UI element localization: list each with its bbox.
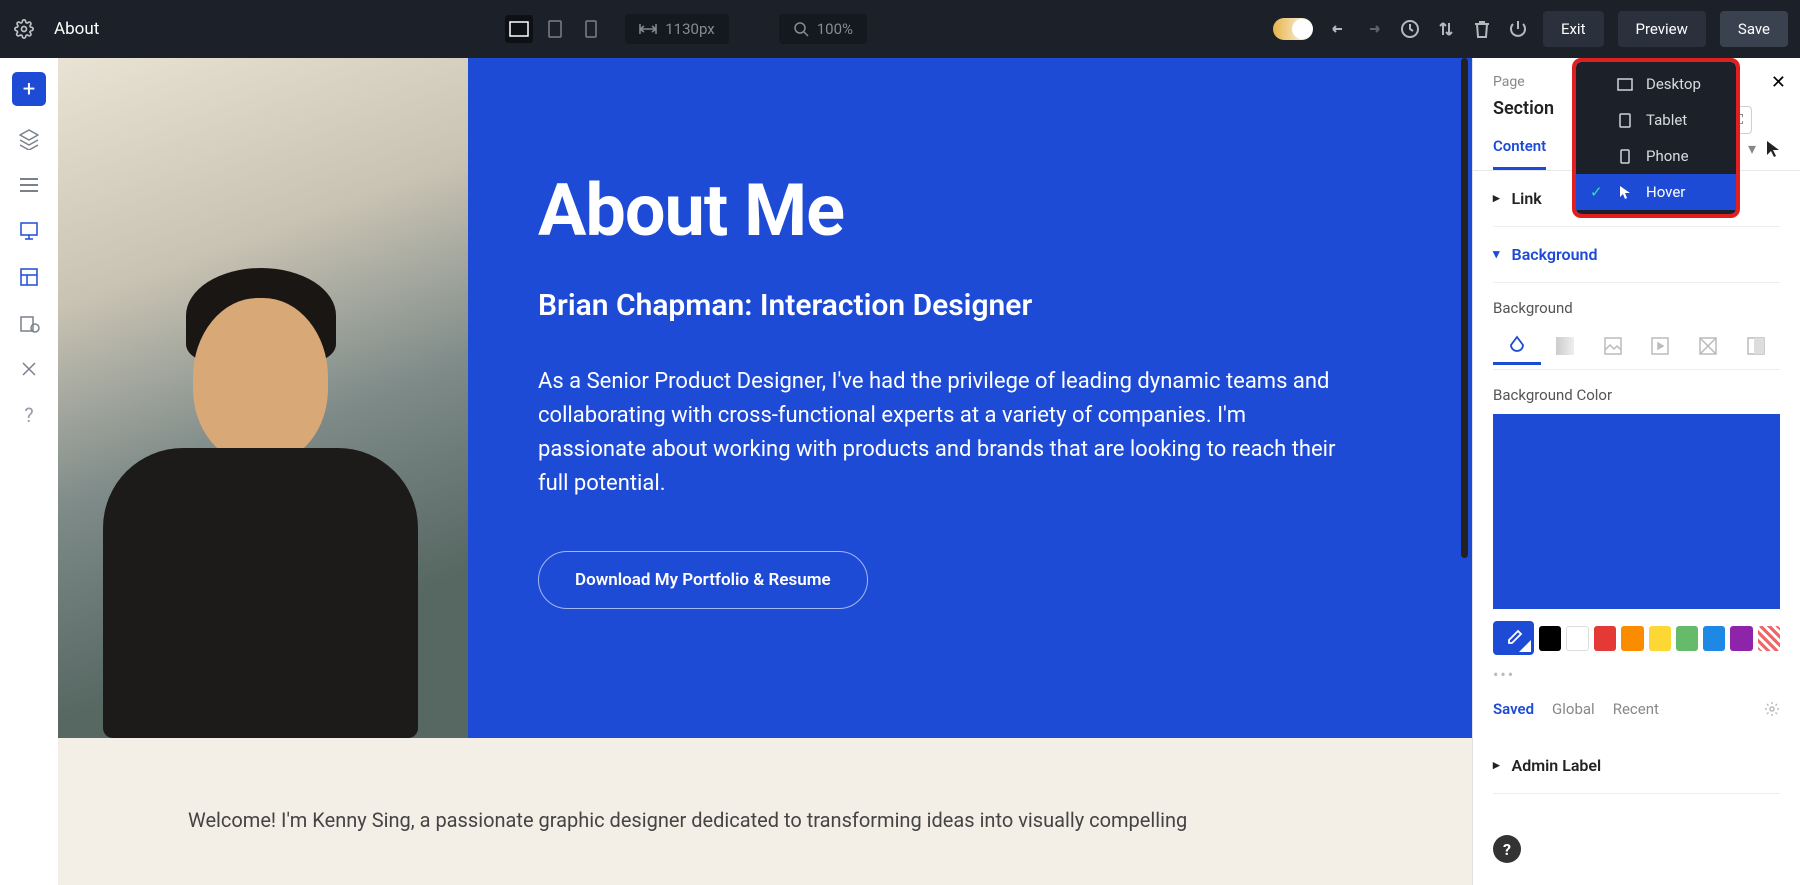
background-type-tabs [1493, 327, 1780, 370]
color-preview[interactable] [1493, 414, 1780, 609]
swatch-tab-saved[interactable]: Saved [1493, 700, 1534, 718]
history-icon[interactable] [1399, 18, 1421, 40]
settings-gear-icon[interactable] [12, 17, 36, 41]
swatch-tab-global[interactable]: Global [1552, 700, 1595, 718]
swatch-tab-recent[interactable]: Recent [1613, 700, 1659, 718]
tablet-icon [1616, 113, 1634, 128]
bg-type-video-icon[interactable] [1636, 327, 1684, 365]
add-button[interactable]: + [12, 72, 46, 106]
swatch-settings-icon[interactable] [1764, 701, 1780, 717]
swatch-source-tabs: Saved Global Recent [1493, 700, 1780, 718]
undo-icon[interactable] [1327, 18, 1349, 40]
chevron-down-icon[interactable]: ▾ [1748, 139, 1756, 158]
bg-type-image-icon[interactable] [1589, 327, 1637, 365]
power-icon[interactable] [1507, 18, 1529, 40]
admin-label-section[interactable]: Admin Label [1493, 738, 1780, 794]
left-rail: + ? [0, 58, 58, 885]
ai-layout-icon[interactable] [16, 264, 42, 290]
menu-item-label: Hover [1646, 183, 1685, 201]
hero-content: About Me Brian Chapman: Interaction Desi… [468, 58, 1472, 738]
intro-text[interactable]: Welcome! I'm Kenny Sing, a passionate gr… [58, 738, 1472, 832]
download-button[interactable]: Download My Portfolio & Resume [538, 551, 868, 609]
hero-section[interactable]: About Me Brian Chapman: Interaction Desi… [58, 58, 1472, 738]
menu-item-tablet[interactable]: Tablet [1576, 102, 1736, 138]
color-picker-button[interactable] [1493, 621, 1534, 655]
tools-icon[interactable] [16, 356, 42, 382]
save-button[interactable]: Save [1720, 11, 1788, 47]
canvas: About Me Brian Chapman: Interaction Desi… [58, 58, 1472, 885]
hero-body[interactable]: As a Senior Product Designer, I've had t… [538, 365, 1338, 501]
layers-icon[interactable] [16, 126, 42, 152]
zoom-value: 100% [817, 20, 853, 38]
exit-button[interactable]: Exit [1543, 11, 1604, 47]
trash-icon[interactable] [1471, 18, 1493, 40]
cursor-icon [1616, 185, 1634, 200]
more-swatches-icon[interactable]: ••• [1493, 665, 1780, 684]
ai-section-icon[interactable] [16, 218, 42, 244]
preview-button[interactable]: Preview [1618, 11, 1706, 47]
swatch-blue[interactable] [1703, 626, 1725, 651]
timer-icon[interactable] [16, 310, 42, 336]
device-switcher [505, 15, 605, 43]
help-fab[interactable]: ? [1493, 835, 1521, 863]
bg-type-gradient-icon[interactable] [1541, 327, 1589, 365]
swatch-black[interactable] [1539, 626, 1561, 651]
background-section[interactable]: Background [1493, 227, 1780, 283]
bgcolor-label: Background Color [1493, 386, 1780, 404]
bg-type-pattern-icon[interactable] [1684, 327, 1732, 365]
close-icon[interactable]: ✕ [1771, 72, 1786, 93]
menu-item-label: Phone [1646, 147, 1689, 165]
menu-item-hover[interactable]: ✓ Hover [1576, 174, 1736, 210]
zoom-input[interactable]: 100% [779, 14, 867, 44]
cursor-icon[interactable] [1766, 140, 1780, 158]
device-desktop-icon[interactable] [505, 15, 533, 43]
redo-icon[interactable] [1363, 18, 1385, 40]
device-phone-icon[interactable] [577, 15, 605, 43]
hero-image [58, 58, 468, 738]
menu-item-desktop[interactable]: Desktop [1576, 66, 1736, 102]
swatch-red[interactable] [1594, 626, 1616, 651]
hero-heading[interactable]: About Me [538, 168, 1402, 253]
responsive-mode-menu: Desktop Tablet Phone ✓ Hover [1576, 62, 1736, 214]
check-icon: ✓ [1590, 183, 1604, 201]
canvas-width-input[interactable]: 1130px [625, 14, 728, 44]
canvas-width-value: 1130px [665, 20, 714, 38]
list-icon[interactable] [16, 172, 42, 198]
menu-item-phone[interactable]: Phone [1576, 138, 1736, 174]
device-tablet-icon[interactable] [541, 15, 569, 43]
swatch-transparent[interactable] [1758, 626, 1780, 651]
theme-toggle[interactable] [1273, 18, 1313, 40]
phone-icon [1616, 149, 1634, 164]
tab-content[interactable]: Content [1493, 137, 1546, 170]
page-title: About [54, 19, 99, 39]
bg-type-color-icon[interactable] [1493, 327, 1541, 365]
sort-icon[interactable] [1435, 18, 1457, 40]
swatch-green[interactable] [1676, 626, 1698, 651]
topbar: About 1130px 100% Exit Preview Save [0, 0, 1800, 58]
swatch-white[interactable] [1566, 626, 1589, 651]
hero-subheading[interactable]: Brian Chapman: Interaction Designer [538, 288, 1402, 323]
canvas-scrollbar[interactable] [1461, 58, 1468, 558]
color-palette [1493, 621, 1780, 655]
menu-item-label: Tablet [1646, 111, 1687, 129]
menu-item-label: Desktop [1646, 75, 1701, 93]
bg-type-mask-icon[interactable] [1732, 327, 1780, 365]
swatch-yellow[interactable] [1649, 626, 1671, 651]
help-icon[interactable]: ? [16, 402, 42, 428]
swatch-orange[interactable] [1621, 626, 1643, 651]
background-label: Background [1493, 299, 1780, 317]
swatch-purple[interactable] [1730, 626, 1752, 651]
desktop-icon [1616, 78, 1634, 91]
